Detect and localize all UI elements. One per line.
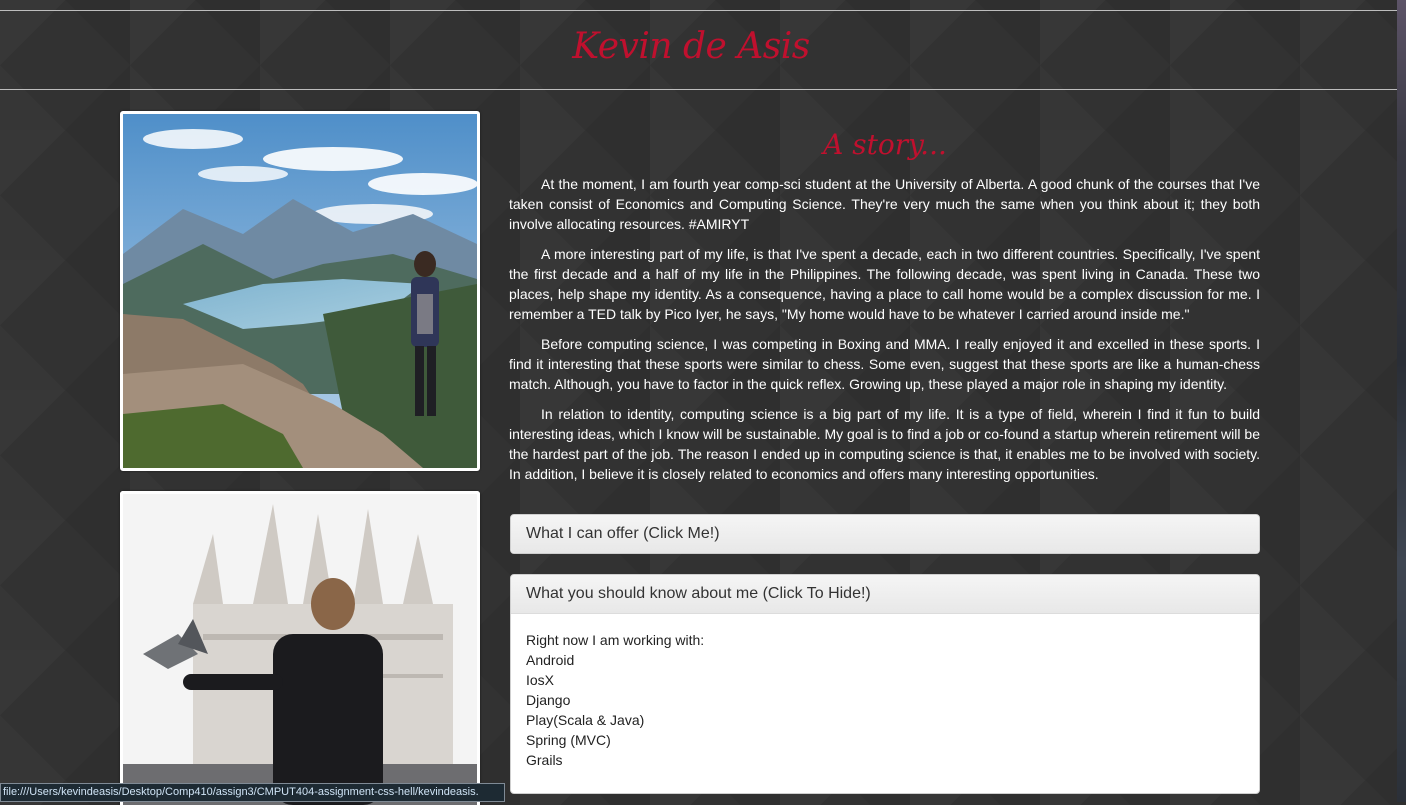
offer-panel: What I can offer (Click Me!) (510, 514, 1260, 554)
mountain-photo (120, 111, 480, 471)
story-paragraph: Before computing science, I was competin… (509, 336, 1260, 392)
window-edge (1397, 0, 1406, 802)
browser-status-bar: file:///Users/kevindeasis/Desktop/Comp41… (0, 783, 505, 802)
list-item: Spring (MVC) (526, 732, 611, 748)
list-item: Play(Scala & Java) (526, 712, 645, 728)
list-item: Android (526, 652, 575, 668)
story-paragraph: A more interesting part of my life, is t… (509, 246, 1260, 322)
tech-intro: Right now I am working with: (526, 632, 705, 648)
story-paragraph: In relation to identity, computing scien… (509, 406, 1260, 482)
list-item: Django (526, 692, 571, 708)
site-title: Kevin de Asis (572, 26, 810, 67)
story-paragraph: At the moment, I am fourth year comp-sci… (509, 176, 1260, 232)
tech-list: Android IosX Django Play(Scala & Java) S… (526, 650, 1244, 770)
know-panel: What you should know about me (Click To … (510, 574, 1260, 794)
know-panel-body: Right now I am working with: Android Ios… (511, 614, 1259, 786)
header-top-rule (0, 10, 1397, 11)
header-bottom-rule (0, 89, 1397, 90)
offer-panel-toggle[interactable]: What I can offer (Click Me!) (511, 515, 1259, 553)
list-item: IosX (526, 672, 555, 688)
list-item: Grails (526, 752, 563, 768)
city-photo (120, 491, 480, 805)
story-heading: A story... (823, 128, 947, 161)
know-panel-toggle[interactable]: What you should know about me (Click To … (511, 575, 1259, 614)
story-body: At the moment, I am fourth year comp-sci… (509, 174, 1260, 494)
